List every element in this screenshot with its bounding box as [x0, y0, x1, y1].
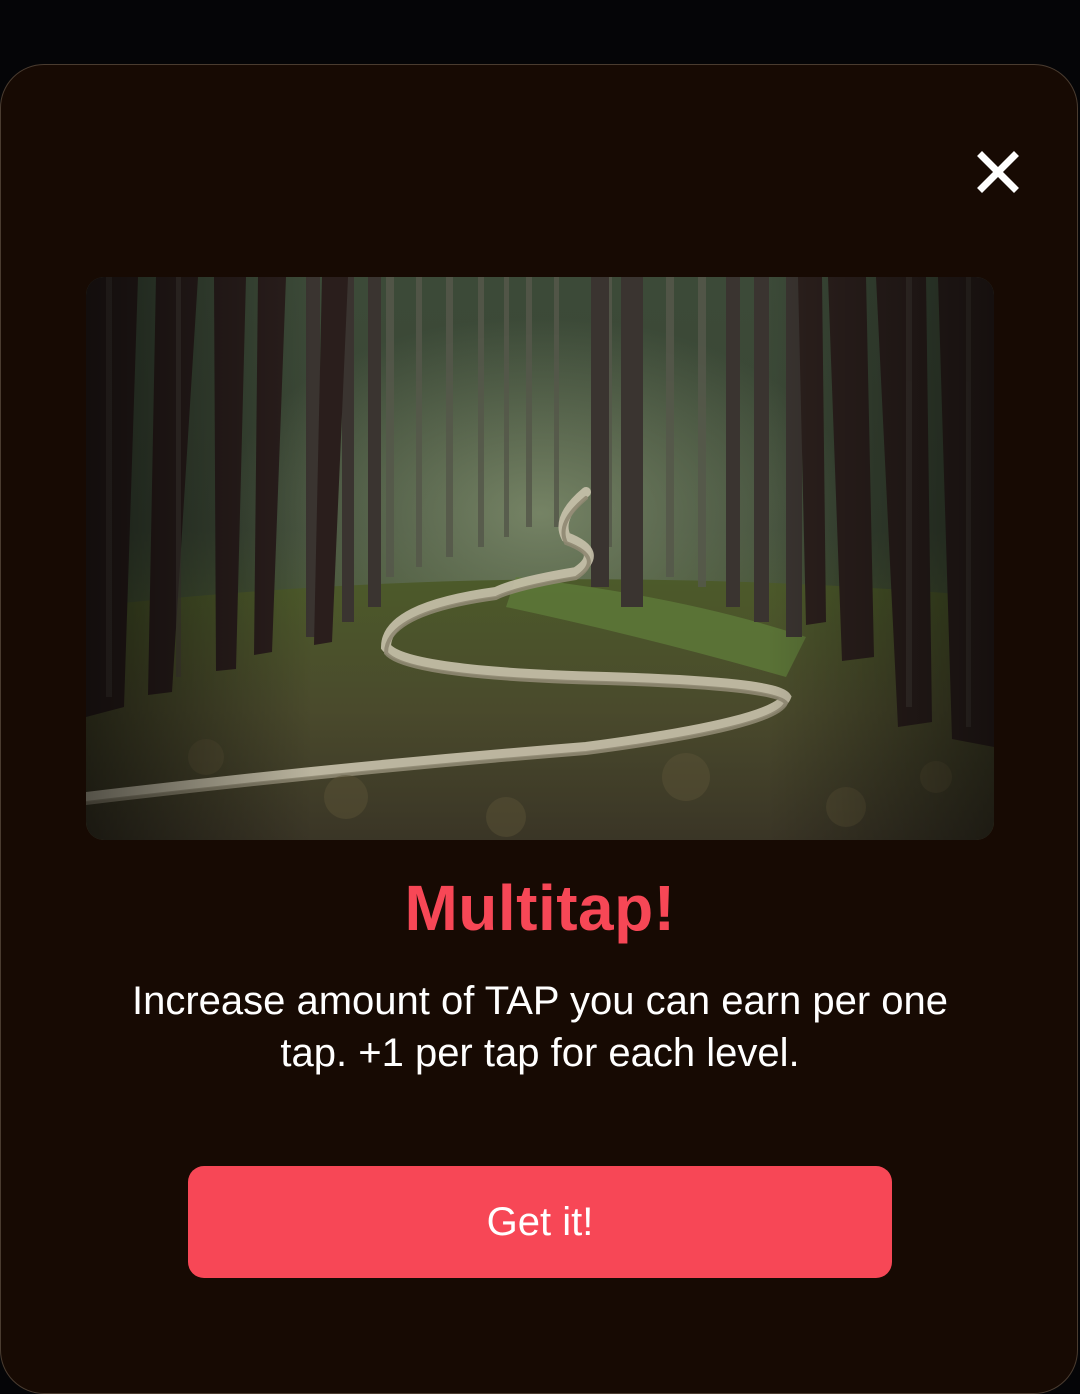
get-it-button[interactable]: Get it!: [188, 1166, 892, 1278]
forest-path-image: [86, 277, 994, 840]
dialog-title: Multitap!: [404, 872, 676, 944]
close-icon: [977, 151, 1019, 193]
dialog-description: Increase amount of TAP you can earn per …: [131, 979, 949, 1075]
close-button[interactable]: [968, 142, 1028, 202]
